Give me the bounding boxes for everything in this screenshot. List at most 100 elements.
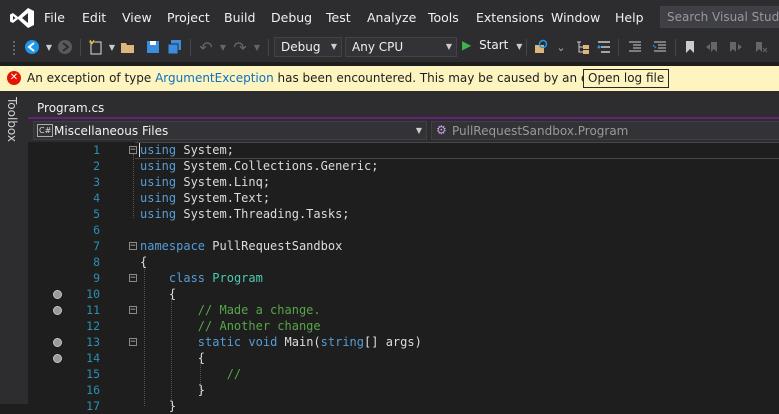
code-text: using System.Threading.Tasks;: [140, 207, 350, 221]
open-log-file-button[interactable]: Open log file: [583, 69, 670, 88]
toolbar-separator: [190, 39, 191, 56]
next-bookmark-icon[interactable]: [728, 39, 744, 55]
exception-infobar: ✕ An exception of type ArgumentException…: [0, 66, 779, 91]
code-line: 15 //: [28, 366, 779, 382]
previous-bookmark-icon[interactable]: [705, 39, 721, 55]
chevron-down-icon: ▼: [415, 126, 422, 135]
toolbar-separator: [675, 39, 676, 56]
line-number: 8: [93, 255, 100, 269]
breakpoint-icon[interactable]: [53, 290, 62, 299]
type-name: PullRequestSandbox.Program: [452, 124, 629, 138]
code-line: 1 − using System;: [28, 142, 779, 159]
code-text: }: [168, 399, 177, 413]
class-icon: ⚙: [436, 123, 447, 137]
line-number: 6: [93, 223, 100, 237]
chevron-down-icon: ▼: [330, 42, 337, 51]
breakpoint-icon[interactable]: [53, 306, 62, 315]
line-number: 13: [86, 335, 100, 349]
undo-dropdown-icon[interactable]: ▼: [215, 39, 231, 55]
code-line: 13 − static void Main(string[] args): [28, 334, 779, 350]
code-line: 14 {: [28, 350, 779, 366]
line-number: 17: [86, 399, 100, 413]
menu-window[interactable]: Window: [551, 10, 600, 25]
play-icon: ▶: [462, 38, 472, 52]
line-number: 15: [86, 367, 100, 381]
collapse-icon[interactable]: −: [129, 306, 137, 315]
start-label: Start: [479, 38, 509, 52]
collapse-icon[interactable]: −: [129, 338, 137, 347]
code-line: 4 using System.Text;: [28, 190, 779, 206]
project-name: Miscellaneous Files: [54, 124, 169, 138]
menu-edit[interactable]: Edit: [82, 10, 106, 25]
code-text: {: [140, 255, 148, 269]
toolbar-options-icon[interactable]: ⌄: [553, 39, 569, 55]
back-dropdown-icon[interactable]: ▼: [41, 39, 57, 55]
menu-tools[interactable]: Tools: [428, 10, 459, 25]
code-editor[interactable]: 1 − using System; 2 using System.Collect…: [28, 142, 779, 413]
type-dropdown[interactable]: ⚙ PullRequestSandbox.Program: [431, 121, 779, 140]
platform-dropdown[interactable]: Any CPU ▼: [345, 37, 457, 57]
menu-project[interactable]: Project: [167, 10, 210, 25]
configuration-dropdown[interactable]: Debug ▼: [274, 37, 342, 57]
tab-program-cs[interactable]: Program.cs: [37, 101, 104, 115]
configuration-value: Debug: [281, 40, 321, 54]
code-text: {: [197, 351, 206, 365]
code-text: using System.Collections.Generic;: [140, 159, 379, 173]
code-text: using System;: [140, 143, 234, 157]
menu-extensions[interactable]: Extensions: [476, 10, 544, 25]
menu-file[interactable]: File: [44, 10, 65, 25]
line-number: 5: [93, 207, 100, 221]
visual-studio-logo-icon[interactable]: [9, 7, 35, 29]
properties-icon[interactable]: [596, 39, 612, 55]
code-line: 9 − class Program: [28, 270, 779, 286]
navigate-back-icon[interactable]: [24, 39, 40, 55]
menu-debug[interactable]: Debug: [271, 10, 312, 25]
start-debugging-button[interactable]: ▶ Start ▼: [462, 38, 522, 58]
redo-icon[interactable]: ↷: [232, 38, 248, 57]
bookmark-icon[interactable]: [682, 39, 698, 55]
line-number: 3: [93, 175, 100, 189]
menu-build[interactable]: Build: [224, 10, 255, 25]
collapse-icon[interactable]: −: [129, 242, 137, 251]
csharp-file-icon: C#: [37, 124, 54, 137]
new-dropdown-icon[interactable]: ▼: [104, 39, 120, 55]
uncomment-lines-icon[interactable]: [652, 39, 668, 55]
chevron-down-icon: ▼: [445, 42, 452, 51]
undo-icon[interactable]: ↶: [198, 38, 214, 57]
find-in-files-icon[interactable]: [533, 39, 549, 55]
line-number: 1: [93, 143, 100, 157]
exception-type-link[interactable]: ArgumentException: [155, 71, 274, 85]
line-number: 11: [86, 303, 100, 317]
breakpoint-icon[interactable]: [53, 338, 62, 347]
clear-bookmarks-icon[interactable]: [752, 39, 768, 55]
open-file-icon[interactable]: [120, 39, 136, 55]
error-icon: ✕: [7, 71, 21, 85]
menu-view[interactable]: View: [122, 10, 152, 25]
line-number: 10: [86, 287, 100, 301]
code-line: 7 − namespace PullRequestSandbox: [28, 238, 779, 254]
toolbox-tab[interactable]: Toolbox: [5, 97, 19, 142]
toolbar-separator: [618, 39, 619, 56]
code-line: 11 − // Made a change.: [28, 302, 779, 318]
redo-dropdown-icon[interactable]: ▼: [249, 39, 265, 55]
project-dropdown[interactable]: C# Miscellaneous Files ▼: [33, 121, 427, 140]
toolbar-separator: [268, 39, 269, 56]
comment-lines-icon[interactable]: [627, 39, 643, 55]
search-input[interactable]: Search Visual Studio (Ctrl+Q): [660, 6, 779, 28]
code-text: // Another change: [197, 319, 321, 333]
save-icon[interactable]: [145, 39, 161, 55]
code-text: static void Main(string[] args): [197, 335, 422, 349]
navigate-forward-icon[interactable]: [57, 39, 73, 55]
chevron-down-icon: ▼: [516, 42, 523, 51]
menu-bar: File Edit View Project Build Debug Test …: [0, 0, 779, 34]
menu-analyze[interactable]: Analyze: [367, 10, 416, 25]
breakpoint-icon[interactable]: [53, 354, 62, 363]
new-project-icon[interactable]: [88, 39, 104, 55]
line-number: 2: [93, 159, 100, 173]
menu-help[interactable]: Help: [615, 10, 644, 25]
save-all-icon[interactable]: [167, 39, 183, 55]
solution-explorer-icon[interactable]: [575, 39, 591, 55]
menu-test[interactable]: Test: [326, 10, 351, 25]
collapse-icon[interactable]: −: [129, 274, 137, 283]
code-text: class Program: [168, 271, 263, 285]
